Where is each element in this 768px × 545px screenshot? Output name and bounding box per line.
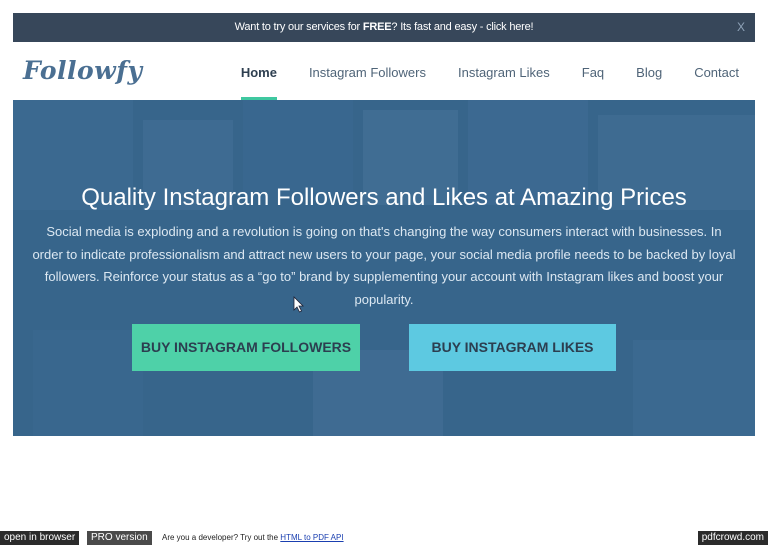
hero-description: Social media is exploding and a revoluti… (32, 224, 736, 307)
buy-followers-button[interactable]: BUY INSTAGRAM FOLLOWERS (132, 324, 360, 371)
nav-item-contact[interactable]: Contact (694, 42, 739, 100)
promo-text-bold: FREE (362, 21, 392, 33)
pdf-footer-bar: open in browser PRO version Are you a de… (0, 531, 768, 545)
hero-section: Quality Instagram Followers and Likes at… (13, 100, 755, 436)
open-in-browser-button[interactable]: open in browser (0, 531, 80, 545)
buy-likes-button[interactable]: BUY INSTAGRAM LIKES (409, 324, 616, 371)
promo-text[interactable]: Want to try our services for FREE? Its f… (13, 13, 755, 42)
nav-item-faq[interactable]: Faq (582, 42, 604, 100)
promo-bar[interactable]: Want to try our services for FREE? Its f… (13, 13, 755, 42)
cursor-icon (293, 296, 304, 313)
hero-title: Quality Instagram Followers and Likes at… (81, 184, 687, 211)
nav-item-blog[interactable]: Blog (636, 42, 662, 100)
developer-note: Are you a developer? Try out the HTML to… (162, 531, 344, 545)
pro-version-button[interactable]: PRO version (87, 531, 152, 545)
close-icon[interactable]: X (737, 13, 745, 42)
nav-item-home[interactable]: Home (240, 42, 278, 100)
developer-note-text: Are you a developer? Try out the (162, 533, 281, 542)
nav-item-instagram-followers[interactable]: Instagram Followers (309, 42, 426, 100)
html-to-pdf-api-link[interactable]: HTML to PDF API (280, 533, 343, 542)
logo[interactable]: Followfy (23, 56, 143, 85)
pdfcrowd-link[interactable]: pdfcrowd.com (697, 531, 768, 545)
promo-text-after: ? Its fast and easy - click here! (391, 21, 534, 33)
promo-text-before: Want to try our services for (234, 21, 363, 33)
nav-item-instagram-likes[interactable]: Instagram Likes (458, 42, 550, 100)
main-nav: Home Instagram Followers Instagram Likes… (209, 42, 739, 100)
page: Want to try our services for FREE? Its f… (0, 0, 768, 545)
site-header: Followfy Home Instagram Followers Instag… (13, 42, 755, 100)
